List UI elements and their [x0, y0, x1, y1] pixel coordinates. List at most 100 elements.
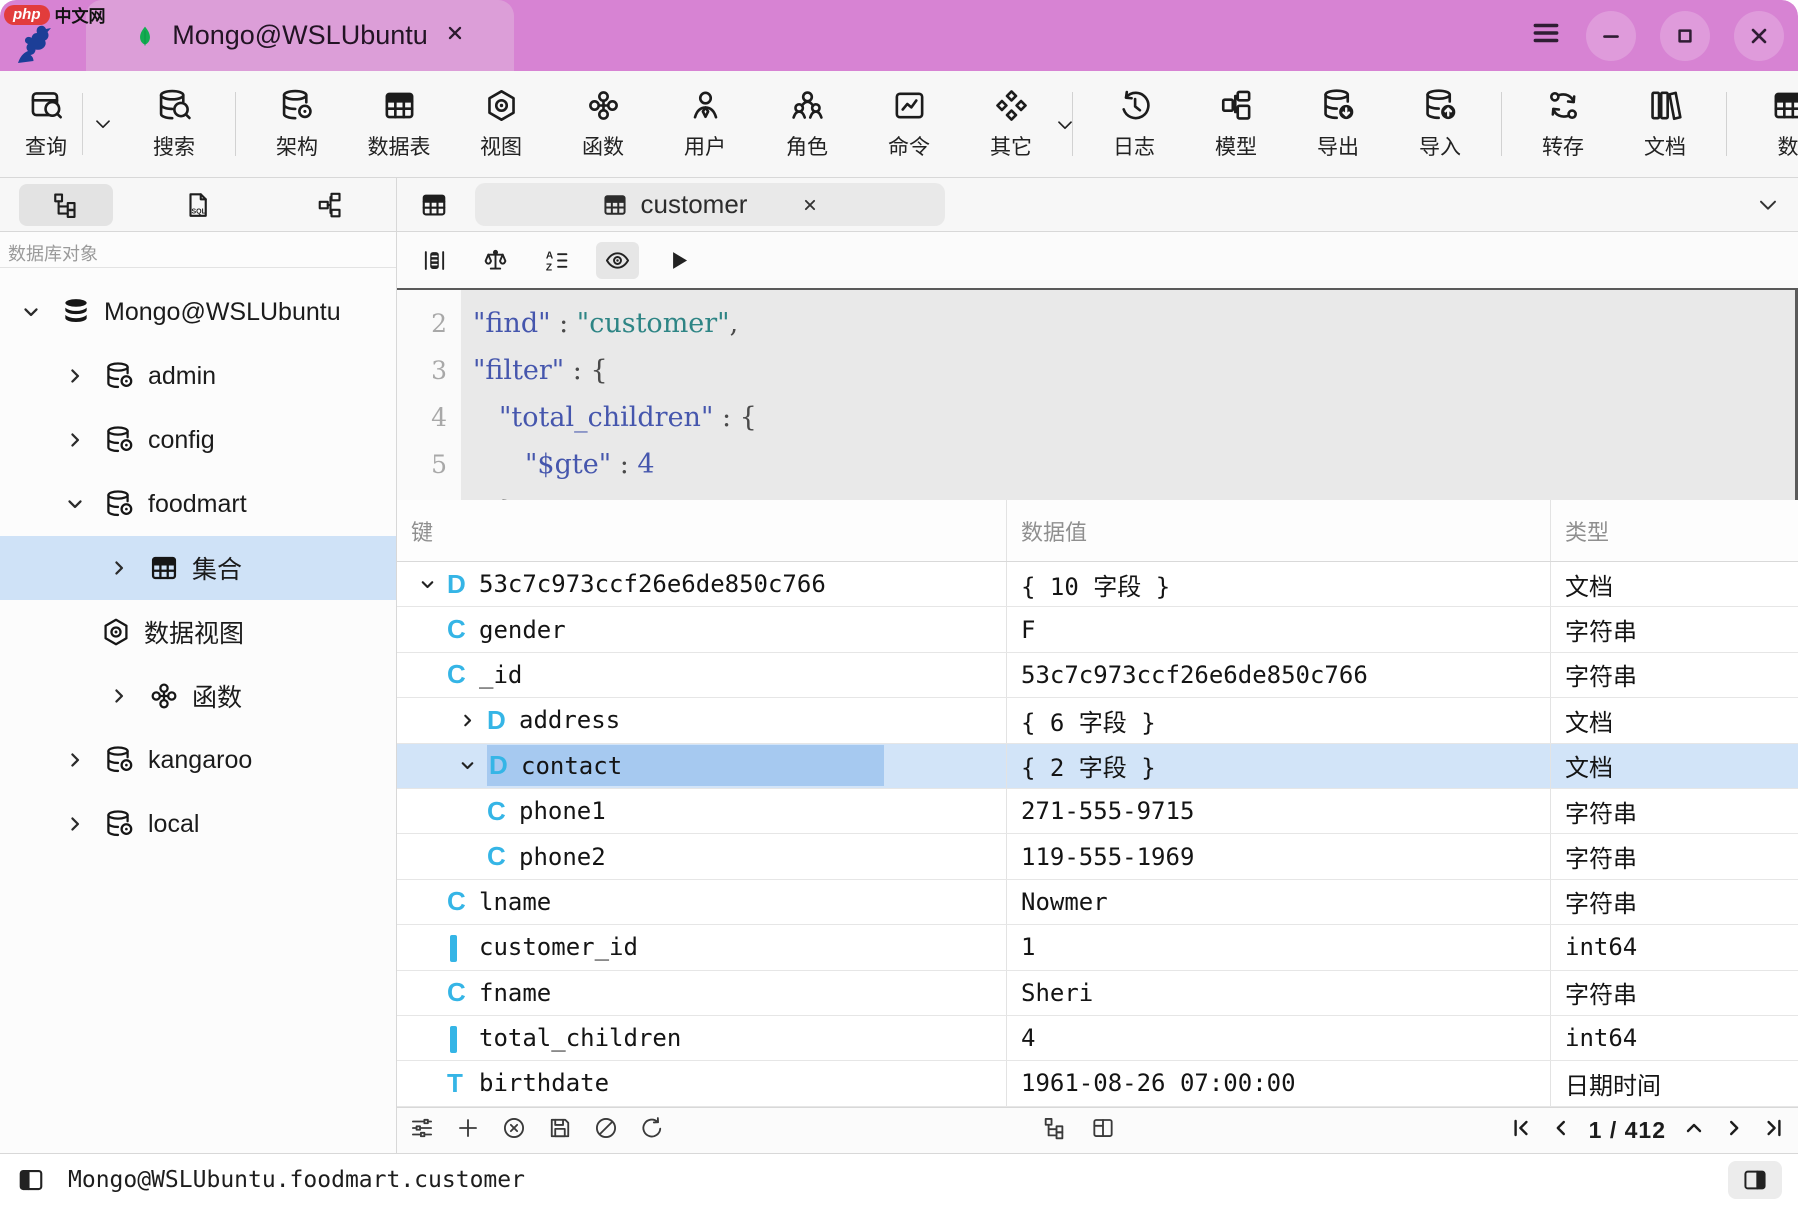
table-row-_id[interactable]: C_id53c7c973ccf26e6de850c766字符串 — [397, 653, 1798, 698]
chevron-down-icon[interactable] — [447, 756, 487, 775]
toolbar-item-export[interactable]: 导出 — [1287, 87, 1389, 161]
tree-view-button[interactable] — [19, 184, 113, 226]
collection-tab-customer[interactable]: customer — [475, 183, 945, 226]
value-cell[interactable]: { 6 字段 } — [1007, 698, 1551, 742]
diagram-view-button[interactable] — [283, 184, 377, 226]
prev-page-icon[interactable] — [1549, 1116, 1573, 1145]
key-cell[interactable]: Cfname — [397, 971, 1007, 1015]
sidebar-item-函数[interactable]: 函数 — [0, 664, 396, 728]
sidebar-item-config[interactable]: config — [0, 408, 396, 472]
chevron-down-icon[interactable] — [407, 575, 447, 594]
key-cell[interactable]: Dcontact — [397, 744, 1007, 788]
key-cell[interactable]: Daddress — [397, 698, 1007, 742]
chevron-down-icon[interactable] — [56, 493, 94, 515]
toolbar-item-search[interactable]: 搜索 — [123, 87, 225, 161]
selected-cell[interactable]: Dcontact — [487, 745, 884, 786]
refresh-icon[interactable] — [639, 1115, 665, 1146]
value-cell[interactable]: Nowmer — [1007, 880, 1551, 924]
field-filter-button[interactable] — [413, 242, 456, 279]
toggle-left-panel-icon[interactable] — [16, 1165, 46, 1195]
collection-tab-close-icon[interactable] — [801, 196, 819, 214]
sidebar-item-集合[interactable]: 集合 — [0, 536, 396, 600]
preview-button[interactable] — [596, 242, 639, 279]
chevron-right-icon[interactable] — [56, 813, 94, 835]
toolbar-item-document[interactable]: 文档 — [1614, 87, 1716, 161]
value-cell[interactable]: { 2 字段 } — [1007, 744, 1551, 788]
next-page-icon[interactable] — [1722, 1116, 1746, 1145]
page-jump-chevron-icon[interactable] — [1682, 1116, 1706, 1145]
toolbar-item-import[interactable]: 导入 — [1389, 87, 1491, 161]
add-record-icon[interactable] — [455, 1115, 481, 1146]
value-cell[interactable]: 119-555-1969 — [1007, 834, 1551, 878]
column-header-key[interactable]: 键 — [397, 500, 1007, 561]
sidebar-item-kangaroo[interactable]: kangaroo — [0, 728, 396, 792]
toolbar-item-table[interactable]: 数据表 — [348, 87, 450, 161]
tab-overflow-chevron-icon[interactable] — [1754, 191, 1782, 219]
toolbar-item-log[interactable]: 日志 — [1083, 87, 1185, 161]
chevron-right-icon[interactable] — [56, 429, 94, 451]
toolbar-item-dump[interactable]: 转存 — [1512, 87, 1614, 161]
chevron-right-icon[interactable] — [56, 749, 94, 771]
delete-record-icon[interactable] — [501, 1115, 527, 1146]
query-editor[interactable]: 23456 "find" : "customer","filter" : {"t… — [397, 288, 1798, 500]
chevron-right-icon[interactable] — [100, 557, 138, 579]
chevron-right-icon[interactable] — [100, 685, 138, 707]
close-button[interactable] — [1734, 11, 1784, 61]
connection-tab-close-icon[interactable] — [444, 22, 466, 49]
table-row-total_children[interactable]: total_children4int64 — [397, 1016, 1798, 1061]
key-cell[interactable]: customer_id — [397, 925, 1007, 969]
value-cell[interactable]: 1 — [1007, 925, 1551, 969]
key-cell[interactable]: Tbirthdate — [397, 1061, 1007, 1105]
key-cell[interactable]: Cgender — [397, 607, 1007, 651]
connection-tab[interactable]: Mongo@WSLUbuntu — [86, 0, 514, 71]
toolbar-item-schema[interactable]: 架构 — [246, 87, 348, 161]
run-button[interactable] — [657, 242, 700, 279]
key-cell[interactable]: Cphone2 — [397, 834, 1007, 878]
toolbar-item-model[interactable]: 模型 — [1185, 87, 1287, 161]
key-cell[interactable]: D53c7c973ccf26e6de850c766 — [397, 562, 1007, 606]
column-header-type[interactable]: 类型 — [1551, 500, 1798, 561]
minimize-button[interactable] — [1586, 11, 1636, 61]
toolbar-item-command[interactable]: 命令 — [858, 87, 960, 161]
toolbar-item-role[interactable]: 角色 — [756, 87, 858, 161]
key-cell[interactable]: C_id — [397, 653, 1007, 697]
table-row-contact[interactable]: Dcontact{ 2 字段 }文档 — [397, 744, 1798, 789]
column-header-value[interactable]: 数据值 — [1007, 500, 1551, 561]
value-cell[interactable]: 4 — [1007, 1016, 1551, 1060]
value-cell[interactable]: 53c7c973ccf26e6de850c766 — [1007, 653, 1551, 697]
key-cell[interactable]: Cphone1 — [397, 789, 1007, 833]
value-cell[interactable]: Sheri — [1007, 971, 1551, 1015]
chevron-right-icon[interactable] — [56, 365, 94, 387]
sidebar-item-foodmart[interactable]: foodmart — [0, 472, 396, 536]
maximize-button[interactable] — [1660, 11, 1710, 61]
key-cell[interactable]: total_children — [397, 1016, 1007, 1060]
table-row-birthdate[interactable]: Tbirthdate1961-08-26 07:00:00日期时间 — [397, 1061, 1798, 1106]
sidebar-item-admin[interactable]: admin — [0, 344, 396, 408]
sidebar-item-数据视图[interactable]: 数据视图 — [0, 600, 396, 664]
table-row-53c7c973ccf26e6de850c766[interactable]: D53c7c973ccf26e6de850c766{ 10 字段 }文档 — [397, 562, 1798, 607]
toolbar-item-user[interactable]: 用户 — [654, 87, 756, 161]
value-cell[interactable]: { 10 字段 } — [1007, 562, 1551, 606]
chevron-down-icon[interactable] — [12, 301, 50, 323]
toolbar-item-other[interactable]: 其它 — [960, 87, 1062, 161]
toolbar-item-data-clipped[interactable]: 数 — [1737, 87, 1798, 161]
save-record-icon[interactable] — [547, 1115, 573, 1146]
sql-view-button[interactable]: SQL — [151, 184, 245, 226]
table-row-customer_id[interactable]: customer_id1int64 — [397, 925, 1798, 970]
objects-tab[interactable] — [419, 190, 449, 220]
filter-icon[interactable] — [409, 1115, 435, 1146]
sidebar-item-Mongo@WSLUbuntu[interactable]: Mongo@WSLUbuntu — [0, 280, 396, 344]
toolbar-item-function[interactable]: 函数 — [552, 87, 654, 161]
toolbar-item-view[interactable]: 视图 — [450, 87, 552, 161]
sidebar-item-local[interactable]: local — [0, 792, 396, 856]
table-row-lname[interactable]: ClnameNowmer字符串 — [397, 880, 1798, 925]
sort-button[interactable]: AZ — [535, 242, 578, 279]
form-result-view-icon[interactable] — [1090, 1115, 1116, 1146]
value-cell[interactable]: F — [1007, 607, 1551, 651]
table-row-phone1[interactable]: Cphone1271-555-9715字符串 — [397, 789, 1798, 834]
chevron-down-icon[interactable] — [1053, 113, 1077, 142]
first-page-icon[interactable] — [1509, 1116, 1533, 1145]
table-row-fname[interactable]: CfnameSheri字符串 — [397, 971, 1798, 1016]
chevron-right-icon[interactable] — [447, 711, 487, 730]
last-page-icon[interactable] — [1762, 1116, 1786, 1145]
